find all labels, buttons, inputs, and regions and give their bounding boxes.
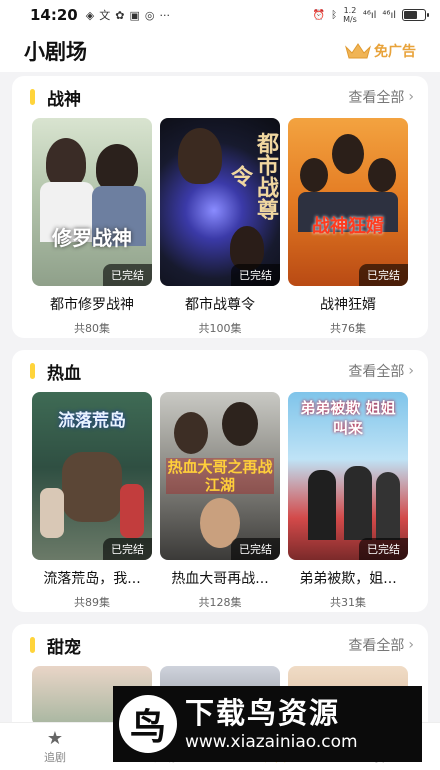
section-rexue: 热血 查看全部 › 流落荒岛 已完结 流落荒岛，我... 共89集 热血大哥之再战… [12, 350, 428, 612]
crown-icon [345, 43, 371, 59]
status-bar: 14:20 ◈ 文 ✿ ▣ ◎ ··· ⏰ ᛒ 1.2 M/s ⁴⁶ıl ⁴⁶ı… [0, 0, 440, 30]
drama-poster: 热血大哥之再战江湖 已完结 [160, 392, 280, 560]
view-all-button[interactable]: 查看全部 › [348, 87, 414, 107]
shield-icon: ◈ [85, 8, 95, 22]
drama-title: 流落荒岛，我... [43, 571, 141, 587]
ad-free-button[interactable]: 免广告 [344, 41, 416, 61]
chevron-right-icon: › [408, 363, 414, 379]
status-badge: 已完结 [103, 264, 152, 286]
section-header: 热血 查看全部 › [12, 350, 428, 392]
wechat-icon: ◎ [144, 8, 155, 22]
app-header: 小剧场 免广告 [0, 30, 440, 72]
drama-card[interactable]: 弟弟被欺 姐姐叫来 已完结 弟弟被欺，姐... 共31集 [288, 392, 408, 610]
drama-card[interactable]: 热血大哥之再战江湖 已完结 热血大哥再战... 共128集 [160, 392, 280, 610]
view-all-button[interactable]: 查看全部 › [348, 361, 414, 381]
section-title: 战神 [47, 89, 81, 110]
watermark-banner: 鸟 下载鸟资源 www.xiazainiao.com [113, 686, 422, 762]
view-all-button[interactable]: 查看全部 › [348, 635, 414, 655]
drama-card[interactable]: 修罗战神 已完结 都市修罗战神 共80集 [32, 118, 152, 336]
episode-count: 共100集 [198, 322, 242, 335]
drama-poster: 都市战尊令 已完结 [160, 118, 280, 286]
chevron-right-icon: › [408, 637, 414, 653]
more-icon: ··· [159, 8, 170, 22]
signal-icon-2: ⁴⁶ıl [382, 9, 396, 21]
drama-card[interactable]: 战神狂婿 已完结 战神狂婿 共76集 [288, 118, 408, 336]
episode-count: 共31集 [330, 596, 366, 609]
episode-count: 共128集 [198, 596, 242, 609]
drama-title: 都市修罗战神 [50, 297, 134, 313]
section-title: 甜宠 [47, 637, 81, 658]
status-badge: 已完结 [103, 538, 152, 560]
section-header: 战神 查看全部 › [12, 76, 428, 118]
poster-caption: 弟弟被欺 姐姐叫来 [300, 399, 396, 437]
episode-count: 共80集 [74, 322, 110, 335]
notification-icons: ◈ 文 ✿ ▣ ◎ ··· [86, 7, 170, 23]
section-title: 热血 [47, 363, 81, 384]
wen-icon: 文 [99, 9, 111, 22]
bird-logo-icon: 鸟 [119, 695, 177, 753]
status-time: 14:20 [30, 6, 78, 24]
flower-icon: ✿ [115, 8, 125, 22]
drama-title: 热血大哥再战... [171, 571, 269, 587]
star-icon: ★ [46, 727, 64, 749]
status-right: ⏰ ᛒ 1.2 M/s ⁴⁶ıl ⁴⁶ıl [312, 6, 429, 24]
episode-count: 共89集 [74, 596, 110, 609]
poster-caption: 战神狂婿 [312, 216, 384, 237]
drama-title: 都市战尊令 [185, 297, 255, 313]
status-badge: 已完结 [231, 538, 280, 560]
alarm-icon: ⏰ [312, 9, 326, 21]
section-accent-bar [30, 637, 35, 653]
drama-card[interactable]: 都市战尊令 已完结 都市战尊令 共100集 [160, 118, 280, 336]
drama-poster: 修罗战神 已完结 [32, 118, 152, 286]
app-icon: ▣ [129, 8, 140, 22]
section-header: 甜宠 查看全部 › [12, 624, 428, 666]
tab-zhuiju[interactable]: ★ 追剧 [0, 723, 110, 770]
signal-icon: ⁴⁶ıl [362, 9, 377, 21]
poster-caption: 都市战尊令 [227, 132, 278, 220]
status-badge: 已完结 [231, 264, 280, 286]
battery-icon [402, 9, 429, 21]
ad-free-label: 免广告 [374, 44, 416, 60]
section-zhanshen: 战神 查看全部 › 修罗战神 已完结 都市修罗战神 共80集 都市战尊令 已完结… [12, 76, 428, 338]
drama-title: 弟弟被欺，姐... [299, 571, 397, 587]
episode-count: 共76集 [330, 322, 366, 335]
drama-poster: 流落荒岛 已完结 [32, 392, 152, 560]
watermark-url: www.xiazainiao.com [185, 732, 358, 752]
section-accent-bar [30, 363, 35, 379]
bluetooth-icon: ᛒ [331, 9, 338, 21]
network-speed: 1.2 M/s [343, 6, 357, 24]
poster-caption: 流落荒岛 [58, 411, 126, 431]
drama-card[interactable]: 流落荒岛 已完结 流落荒岛，我... 共89集 [32, 392, 152, 610]
poster-caption: 热血大哥之再战江湖 [166, 458, 274, 494]
chevron-right-icon: › [408, 89, 414, 105]
poster-caption: 修罗战神 [52, 226, 132, 250]
status-badge: 已完结 [359, 264, 408, 286]
drama-poster: 弟弟被欺 姐姐叫来 已完结 [288, 392, 408, 560]
drama-title: 战神狂婿 [320, 297, 376, 313]
status-badge: 已完结 [359, 538, 408, 560]
watermark-title: 下载鸟资源 [185, 696, 341, 730]
section-accent-bar [30, 89, 35, 105]
drama-poster: 战神狂婿 已完结 [288, 118, 408, 286]
page-title: 小剧场 [24, 40, 87, 64]
